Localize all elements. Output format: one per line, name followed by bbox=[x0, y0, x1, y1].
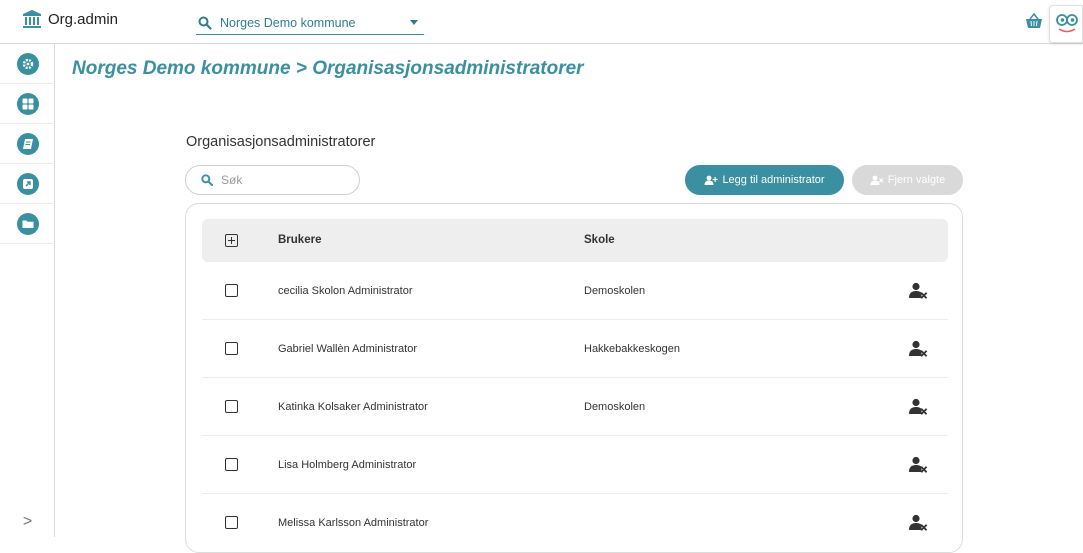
gear-icon bbox=[16, 52, 39, 75]
row-checkbox[interactable] bbox=[225, 284, 238, 297]
school-name: Hakkebakkeskogen bbox=[584, 343, 681, 355]
remove-user-icon[interactable] bbox=[908, 340, 928, 358]
row-checkbox[interactable] bbox=[225, 342, 238, 355]
column-header-school: Skole bbox=[584, 234, 615, 246]
organization-select-value: Norges Demo kommune bbox=[220, 15, 356, 30]
table-row: Gabriel Wallèn Administrator Hakkebakkes… bbox=[202, 320, 948, 378]
sidebar-item-settings[interactable] bbox=[0, 44, 55, 84]
user-avatar-button[interactable] bbox=[1049, 5, 1083, 43]
table-row: Katinka Kolsaker Administrator Demoskole… bbox=[202, 378, 948, 436]
brand[interactable]: Org.admin bbox=[22, 9, 118, 29]
remove-user-icon[interactable] bbox=[908, 456, 928, 474]
chevron-down-icon bbox=[410, 20, 418, 25]
user-name: Gabriel Wallèn Administrator bbox=[278, 343, 417, 355]
table-row: Melissa Karlsson Administrator bbox=[202, 494, 948, 552]
page-title: Organisasjonsadministratorer bbox=[186, 134, 376, 150]
institution-icon bbox=[23, 10, 41, 28]
row-checkbox[interactable] bbox=[225, 516, 238, 529]
remove-user-icon[interactable] bbox=[908, 398, 928, 416]
app-title: Org.admin bbox=[48, 10, 119, 28]
search-field[interactable] bbox=[185, 165, 360, 195]
remove-selected-label: Fjern valgte bbox=[887, 174, 946, 186]
search-icon bbox=[201, 174, 213, 186]
school-name: Demoskolen bbox=[584, 285, 646, 297]
remove-user-icon[interactable] bbox=[908, 282, 928, 300]
basket-icon[interactable] bbox=[1025, 13, 1043, 29]
sidebar-item-dashboard[interactable] bbox=[0, 84, 55, 124]
remove-selected-button[interactable]: Fjern valgte bbox=[852, 165, 963, 195]
administrators-table: Brukere Skole cecilia Skolon Administrat… bbox=[185, 203, 963, 553]
organization-select[interactable]: Norges Demo kommune bbox=[196, 11, 424, 35]
select-all-checkbox[interactable] bbox=[225, 234, 238, 247]
grid-icon bbox=[16, 92, 39, 115]
school-name: Demoskolen bbox=[584, 401, 646, 413]
user-name: Lisa Holmberg Administrator bbox=[278, 459, 417, 471]
breadcrumb: Norges Demo kommune > Organisasjonsadmin… bbox=[72, 58, 584, 79]
table-row: cecilia Skolon Administrator Demoskolen bbox=[202, 262, 948, 320]
external-link-icon bbox=[16, 172, 39, 195]
add-administrator-label: Legg til administrator bbox=[722, 174, 825, 186]
remove-user-icon[interactable] bbox=[908, 514, 928, 532]
user-name: Katinka Kolsaker Administrator bbox=[278, 401, 428, 413]
user-name: cecilia Skolon Administrator bbox=[278, 285, 413, 297]
book-icon bbox=[16, 132, 39, 155]
remove-user-icon bbox=[870, 175, 884, 185]
row-checkbox[interactable] bbox=[225, 458, 238, 471]
folder-icon bbox=[16, 212, 39, 235]
add-user-icon bbox=[704, 175, 719, 185]
search-icon bbox=[198, 16, 212, 30]
expand-sidebar-button[interactable]: > bbox=[0, 507, 55, 537]
column-header-users: Brukere bbox=[278, 234, 322, 246]
sidebar-item-external[interactable] bbox=[0, 164, 55, 204]
sidebar-item-files[interactable] bbox=[0, 204, 55, 244]
top-bar: Org.admin Norges Demo kommune bbox=[0, 0, 1083, 44]
face-logo-icon bbox=[1056, 14, 1078, 33]
user-name: Melissa Karlsson Administrator bbox=[278, 517, 429, 529]
row-checkbox[interactable] bbox=[225, 400, 238, 413]
table-header: Brukere Skole bbox=[202, 219, 948, 262]
search-input[interactable] bbox=[221, 173, 341, 187]
sidebar: > bbox=[0, 44, 55, 537]
table-row: Lisa Holmberg Administrator bbox=[202, 436, 948, 494]
sidebar-item-catalog[interactable] bbox=[0, 124, 55, 164]
add-administrator-button[interactable]: Legg til administrator bbox=[685, 165, 844, 195]
